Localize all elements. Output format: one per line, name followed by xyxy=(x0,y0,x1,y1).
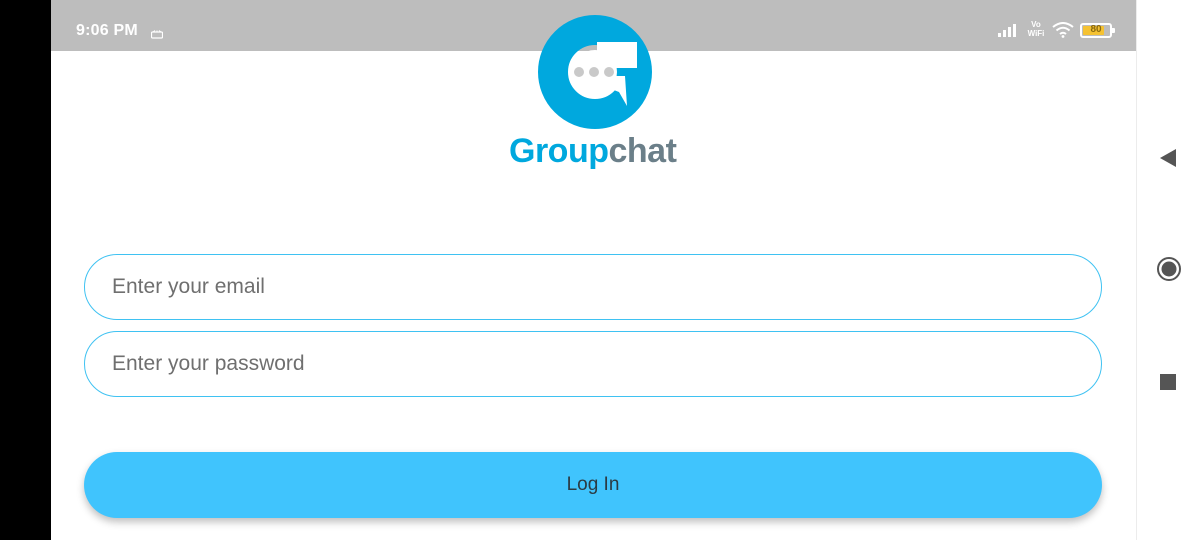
wifi-icon xyxy=(1052,22,1074,43)
back-triangle-icon[interactable] xyxy=(1159,148,1177,173)
navigation-bar xyxy=(1136,0,1200,540)
notification-icon xyxy=(150,26,164,44)
home-circle-icon[interactable] xyxy=(1156,256,1182,287)
email-input[interactable] xyxy=(84,254,1102,320)
recents-square-icon[interactable] xyxy=(1160,374,1176,390)
battery-icon: 80 xyxy=(1080,23,1115,38)
password-input[interactable] xyxy=(84,331,1102,397)
battery-level: 80 xyxy=(1090,24,1102,35)
brand-name-part-chat: chat xyxy=(608,132,677,170)
groupchat-logo-icon xyxy=(537,14,653,135)
app-screen: 9:06 PM Vo WiFi 80 Groupchat Enter your … xyxy=(51,0,1136,540)
login-button[interactable]: Log In xyxy=(84,452,1102,518)
left-bezel xyxy=(0,0,51,540)
signal-icon xyxy=(998,23,1020,42)
vowifi-icon: Vo WiFi xyxy=(1027,20,1045,38)
brand-name: Groupchat xyxy=(509,132,677,171)
status-time: 9:06 PM xyxy=(76,22,138,39)
brand-name-part-group: Group xyxy=(509,132,609,170)
